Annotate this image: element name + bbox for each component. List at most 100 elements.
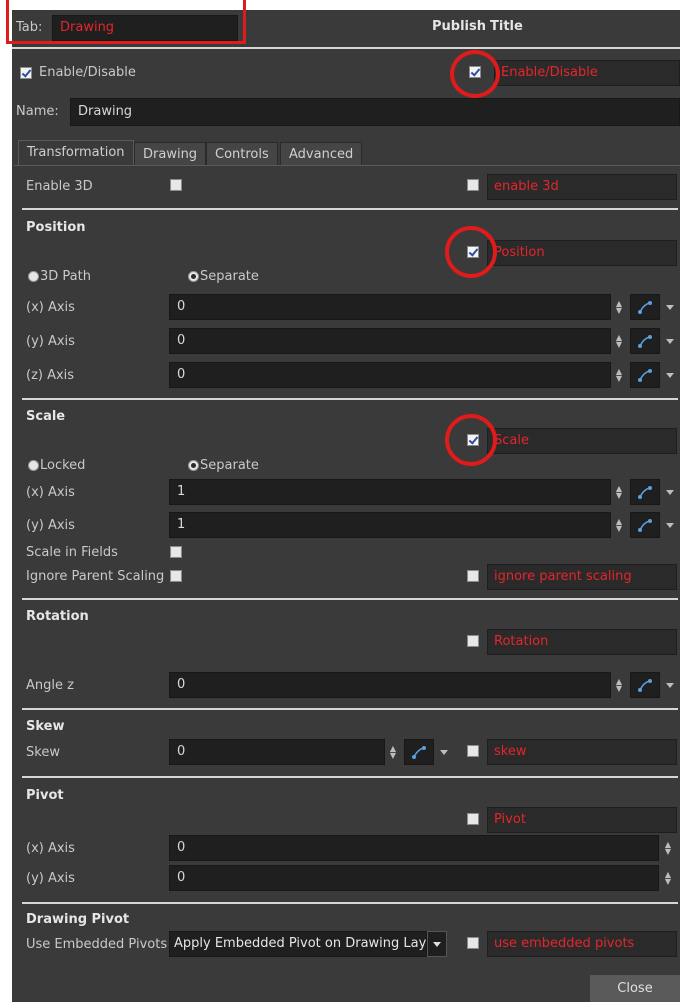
position-highlight-ring <box>445 226 497 278</box>
scale-x-spin-icon[interactable]: ▲ ▼ <box>614 485 624 500</box>
angle-z-function-button[interactable] <box>630 672 660 698</box>
position-separate-label: Separate <box>200 269 259 284</box>
use-embedded-pivots-publish-checkbox[interactable] <box>467 937 479 949</box>
function-curve-icon <box>638 519 652 532</box>
scale-header: Scale <box>26 409 66 424</box>
skew-title-field[interactable]: skew <box>487 739 677 765</box>
enable-3d-label: Enable 3D <box>26 179 93 194</box>
divider-drawing-pivot <box>22 902 678 904</box>
position-x-label: (x) Axis <box>26 300 75 315</box>
enable-3d-publish-checkbox[interactable] <box>467 179 479 191</box>
skew-label: Skew <box>26 745 60 760</box>
position-y-field[interactable]: 0 <box>169 328 611 354</box>
position-y-spin-icon[interactable]: ▲ ▼ <box>614 334 624 349</box>
pivot-x-spin-icon[interactable]: ▲ ▼ <box>663 841 673 856</box>
tab-content-border <box>14 165 680 166</box>
pivot-publish-checkbox[interactable] <box>467 813 479 825</box>
angle-z-label: Angle z <box>26 678 74 693</box>
scale-locked-radio[interactable] <box>28 460 39 471</box>
tab-transformation[interactable]: Transformation <box>18 140 134 165</box>
drawing-pivot-header: Drawing Pivot <box>26 912 130 927</box>
enable-disable-checkbox[interactable] <box>20 67 32 79</box>
tab-advanced[interactable]: Advanced <box>280 142 363 166</box>
scale-in-fields-label: Scale in Fields <box>26 545 118 560</box>
use-embedded-pivots-label: Use Embedded Pivots <box>26 937 168 952</box>
divider-scale <box>22 398 678 400</box>
close-button[interactable]: Close <box>590 975 680 1002</box>
function-curve-icon <box>638 369 652 382</box>
pivot-x-field[interactable]: 0 <box>169 835 659 861</box>
embedded-pivot-select-arrow-button[interactable] <box>427 931 447 957</box>
skew-function-button[interactable] <box>404 739 434 765</box>
ignore-parent-scaling-title-field[interactable]: ignore parent scaling <box>487 564 677 590</box>
position-title-field[interactable]: Position <box>487 240 677 266</box>
skew-field[interactable]: 0 <box>169 739 385 765</box>
rotation-publish-checkbox[interactable] <box>467 635 479 647</box>
position-x-spin-icon[interactable]: ▲ ▼ <box>614 300 624 315</box>
enable-disable-title-field[interactable]: Enable/Disable <box>494 60 680 86</box>
scale-separate-label: Separate <box>200 458 259 473</box>
ignore-parent-scaling-checkbox[interactable] <box>170 570 182 582</box>
scale-y-spin-icon[interactable]: ▲ ▼ <box>614 518 624 533</box>
position-y-function-button[interactable] <box>630 328 660 354</box>
publish-column-label: Publish <box>432 19 486 34</box>
pivot-y-spin-icon[interactable]: ▲ ▼ <box>663 871 673 886</box>
name-field[interactable]: Drawing <box>70 98 680 126</box>
position-y-dropdown-icon[interactable] <box>666 339 674 344</box>
position-3dpath-radio[interactable] <box>28 271 39 282</box>
ignore-parent-scaling-label: Ignore Parent Scaling <box>26 569 165 584</box>
tab-name-field[interactable]: Drawing <box>52 15 238 41</box>
tab-controls[interactable]: Controls <box>206 142 278 166</box>
scale-y-label: (y) Axis <box>26 518 75 533</box>
pivot-title-field[interactable]: Pivot <box>487 807 677 833</box>
scale-x-dropdown-icon[interactable] <box>666 490 674 495</box>
skew-spin-icon[interactable]: ▲ ▼ <box>388 745 398 760</box>
position-x-function-button[interactable] <box>630 294 660 320</box>
enable-3d-checkbox[interactable] <box>170 179 182 191</box>
scale-in-fields-checkbox[interactable] <box>170 546 182 558</box>
skew-dropdown-icon[interactable] <box>440 750 448 755</box>
header-divider <box>12 47 680 49</box>
position-z-dropdown-icon[interactable] <box>666 373 674 378</box>
function-curve-icon <box>638 301 652 314</box>
tab-drawing[interactable]: Drawing <box>134 142 207 166</box>
embedded-pivot-select[interactable]: Apply Embedded Pivot on Drawing Layer <box>169 931 427 957</box>
divider-pivot <box>22 776 678 778</box>
function-curve-icon <box>412 746 426 759</box>
ignore-parent-scaling-publish-checkbox[interactable] <box>467 570 479 582</box>
scale-highlight-ring <box>445 414 497 466</box>
enable-3d-title-field[interactable]: enable 3d <box>487 174 677 200</box>
divider-skew <box>22 708 678 710</box>
scale-x-function-button[interactable] <box>630 479 660 505</box>
scale-y-field[interactable]: 1 <box>169 512 611 538</box>
tab-label: Tab: <box>16 20 43 35</box>
angle-z-dropdown-icon[interactable] <box>666 683 674 688</box>
scale-x-field[interactable]: 1 <box>169 479 611 505</box>
name-label: Name: <box>16 104 59 119</box>
position-z-spin-icon[interactable]: ▲ ▼ <box>614 368 624 383</box>
position-3dpath-label: 3D Path <box>40 269 91 284</box>
position-header: Position <box>26 220 86 235</box>
position-x-dropdown-icon[interactable] <box>666 305 674 310</box>
position-z-field[interactable]: 0 <box>169 362 611 388</box>
pivot-y-field[interactable]: 0 <box>169 865 659 891</box>
scale-y-function-button[interactable] <box>630 512 660 538</box>
rotation-header: Rotation <box>26 609 89 624</box>
chevron-down-icon <box>433 942 441 947</box>
position-x-field[interactable]: 0 <box>169 294 611 320</box>
angle-z-field[interactable]: 0 <box>169 672 611 698</box>
position-z-function-button[interactable] <box>630 362 660 388</box>
skew-publish-checkbox[interactable] <box>467 745 479 757</box>
scale-x-label: (x) Axis <box>26 485 75 500</box>
function-curve-icon <box>638 335 652 348</box>
scale-y-dropdown-icon[interactable] <box>666 523 674 528</box>
angle-z-spin-icon[interactable]: ▲ ▼ <box>614 678 624 693</box>
scale-locked-label: Locked <box>40 458 86 473</box>
scale-title-field[interactable]: Scale <box>487 428 677 454</box>
scale-separate-radio[interactable] <box>188 460 199 471</box>
position-separate-radio[interactable] <box>188 271 199 282</box>
divider-rotation <box>22 598 678 600</box>
pivot-header: Pivot <box>26 788 64 803</box>
use-embedded-pivots-title-field[interactable]: use embedded pivots <box>487 931 677 957</box>
rotation-title-field[interactable]: Rotation <box>487 629 677 655</box>
